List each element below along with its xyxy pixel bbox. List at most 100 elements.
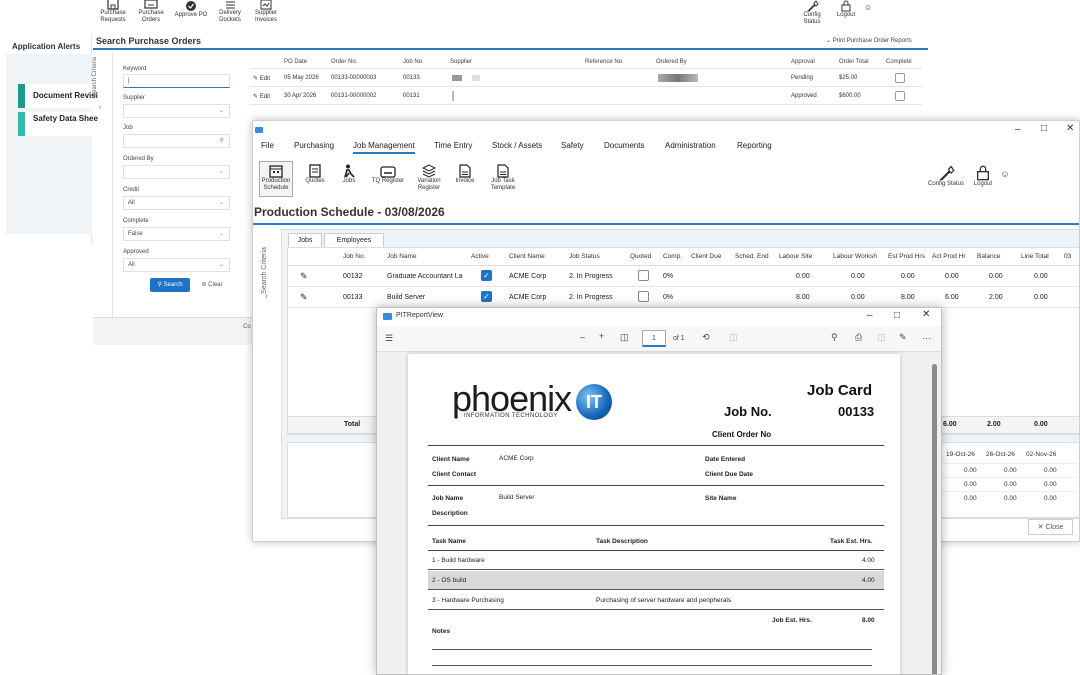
edit-icon[interactable]: ✎ <box>300 271 308 282</box>
redacted-supplier <box>452 91 454 101</box>
quotes-button[interactable]: Quotes <box>303 161 327 197</box>
collapse-chevron-icon[interactable]: ‹ <box>99 104 101 111</box>
search-icon[interactable]: ⚲ <box>220 137 224 144</box>
credit-select[interactable]: All ⌄ <box>123 196 230 210</box>
chevron-down-icon: ⌄ <box>218 262 224 268</box>
logout-button[interactable]: Logout <box>971 165 995 188</box>
table-row[interactable]: ✎ 00133 Build Server ✓ ACME Corp 2. In P… <box>288 287 1079 308</box>
complete-checkbox[interactable] <box>895 91 905 101</box>
user-icon[interactable]: ☺ <box>999 165 1011 188</box>
supplier-select[interactable]: ⌄ <box>123 104 230 118</box>
title-underline <box>93 48 928 50</box>
edit-button[interactable]: ✎ Edit <box>253 75 270 82</box>
scroll-thumb[interactable] <box>932 364 937 674</box>
config-status-button[interactable]: Config Status <box>794 0 830 26</box>
edit-icon[interactable]: ✎ <box>300 292 308 303</box>
logo-subtitle: INFORMATION TECHNOLOGY <box>464 413 558 419</box>
maximize-button[interactable]: □ <box>1041 123 1047 134</box>
quoted-checkbox[interactable] <box>638 291 649 302</box>
logout-button[interactable]: Logout <box>836 0 856 26</box>
production-schedule-button[interactable]: Production Schedule <box>259 161 293 197</box>
fit-page-icon[interactable]: ◫ <box>620 332 629 343</box>
search-icon[interactable]: ⚲ <box>831 332 838 343</box>
minimize-button[interactable]: – <box>1015 124 1021 135</box>
menu-file[interactable]: File <box>261 141 274 150</box>
tq-register-button[interactable]: TQ Register <box>371 161 405 197</box>
print-icon[interactable]: ⎙ <box>855 332 862 343</box>
search-form: Keyword | Supplier ⌄ Job ⚲ Ordered By ⌄ … <box>118 52 236 314</box>
active-checkbox[interactable]: ✓ <box>481 270 492 281</box>
menu-administration[interactable]: Administration <box>665 141 716 150</box>
page-input[interactable]: 1 <box>642 330 666 347</box>
ordered-by-select[interactable]: ⌄ <box>123 165 230 179</box>
jobs-button[interactable]: Jobs <box>337 161 361 197</box>
menu-purchasing[interactable]: Purchasing <box>294 141 334 150</box>
search-criteria-tab[interactable]: Search Criteria ‹ <box>92 52 113 317</box>
search-criteria-tab[interactable]: Search Criteria › <box>253 229 281 519</box>
close-button[interactable]: ✕ <box>1066 123 1074 134</box>
menu-time-entry[interactable]: Time Entry <box>434 141 472 150</box>
clear-button[interactable]: ⊘ Clear <box>194 278 230 292</box>
maximize-button[interactable]: □ <box>894 310 900 321</box>
alert-item[interactable]: Safety Data Shee <box>18 112 98 136</box>
active-checkbox[interactable]: ✓ <box>481 291 492 302</box>
window-title: PITReportView <box>396 312 443 319</box>
purchase-config-area: Config Status Logout ☺ <box>794 0 874 26</box>
task-row: 1 - Build hardware 4.00 <box>428 551 884 570</box>
keyword-input[interactable]: | <box>123 74 230 88</box>
redacted-ordered-by <box>658 74 698 82</box>
purchase-requests-button[interactable]: Purchase Requests <box>98 0 128 26</box>
menu-safety[interactable]: Safety <box>561 141 584 150</box>
invoice-button[interactable]: Invoice <box>453 161 477 197</box>
two-page-icon[interactable]: ◫ <box>729 332 738 343</box>
calendar-icon <box>269 165 283 178</box>
approved-select[interactable]: All ⌄ <box>123 258 230 272</box>
menu-job-management[interactable]: Job Management <box>353 141 415 154</box>
vertical-scrollbar[interactable] <box>931 354 939 674</box>
quoted-checkbox[interactable] <box>638 270 649 281</box>
edit-button[interactable]: ✎ Edit <box>253 93 270 100</box>
notes-line <box>432 665 872 666</box>
zoom-in-button[interactable]: + <box>599 331 604 341</box>
print-po-reports-link[interactable]: ⌄ Print Purchase Order Reports <box>826 37 912 44</box>
job-task-template-button[interactable]: Job Task Template <box>487 161 519 197</box>
chevron-down-icon: ⌄ <box>218 200 224 206</box>
redacted-supplier <box>452 75 462 81</box>
tab-jobs[interactable]: Jobs <box>288 233 322 247</box>
table-row[interactable]: ✎ 00132 Graduate Accountant La ✓ ACME Co… <box>288 266 1079 287</box>
supplier-invoices-button[interactable]: Supplier Invoices <box>252 0 280 26</box>
zoom-out-button[interactable]: – <box>580 332 585 342</box>
tab-employees[interactable]: Employees <box>324 233 384 247</box>
table-row[interactable]: ✎ Edit 05 May 2026 00133-00000003 00133 … <box>250 69 922 87</box>
user-icon[interactable]: ☺ <box>862 0 874 26</box>
company-logo: phoenix IT INFORMATION TECHNOLOGY <box>452 380 632 428</box>
redacted-supplier <box>472 75 480 81</box>
variation-register-button[interactable]: Variation Register <box>415 161 443 197</box>
minimize-button[interactable]: – <box>867 310 873 321</box>
delivery-dockets-button[interactable]: Delivery Dockets <box>216 0 244 26</box>
menu-reporting[interactable]: Reporting <box>737 141 772 150</box>
contents-icon[interactable]: ☰ <box>385 333 393 344</box>
supplier-invoices-icon <box>260 0 272 10</box>
save-as-icon[interactable]: ✎ <box>899 332 907 343</box>
purchase-orders-button[interactable]: Purchase Orders <box>136 0 166 26</box>
menu-stock-assets[interactable]: Stock / Assets <box>492 141 542 150</box>
more-options-icon[interactable]: … <box>922 331 931 341</box>
approve-po-button[interactable]: Approve PO <box>174 0 208 26</box>
rotate-icon[interactable]: ⟲ <box>702 332 710 343</box>
purchase-table: PO Date Order No. Job No. Supplier Refer… <box>250 56 922 105</box>
job-input[interactable]: ⚲ <box>123 134 230 148</box>
complete-checkbox[interactable] <box>895 73 905 83</box>
close-button[interactable]: ✕ <box>922 309 930 320</box>
lock-icon <box>841 0 851 12</box>
complete-select[interactable]: False ⌄ <box>123 227 230 241</box>
save-icon[interactable]: ◫ <box>877 332 886 343</box>
close-dialog-button[interactable]: ✕ Close <box>1028 519 1073 535</box>
weekly-row: 0.00 0.00 0.00 <box>936 463 1076 477</box>
expand-chevron-icon[interactable]: › <box>265 291 268 300</box>
search-button[interactable]: ⚲ Search <box>150 278 190 292</box>
config-status-button[interactable]: Config Status <box>925 165 967 188</box>
alert-item[interactable]: Document Revisi <box>18 84 98 108</box>
table-row[interactable]: ✎ Edit 30 Apr 2026 00131-00000002 00131 … <box>250 87 922 105</box>
menu-documents[interactable]: Documents <box>604 141 644 150</box>
